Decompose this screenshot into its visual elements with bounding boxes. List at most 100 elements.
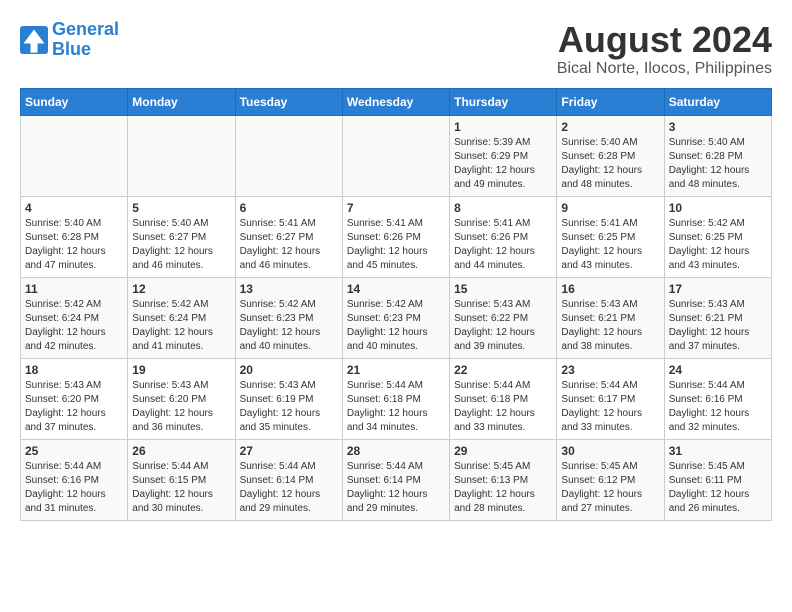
day-of-week-header: Thursday [450,88,557,115]
day-number: 19 [132,363,230,377]
calendar-table: SundayMondayTuesdayWednesdayThursdayFrid… [20,88,772,521]
calendar-cell: 16Sunrise: 5:43 AM Sunset: 6:21 PM Dayli… [557,277,664,358]
day-info: Sunrise: 5:45 AM Sunset: 6:12 PM Dayligh… [561,460,659,516]
logo-text: General Blue [52,20,119,60]
day-number: 4 [25,201,123,215]
day-number: 1 [454,120,552,134]
day-number: 17 [669,282,767,296]
day-info: Sunrise: 5:43 AM Sunset: 6:20 PM Dayligh… [132,379,230,435]
day-number: 2 [561,120,659,134]
calendar-cell: 18Sunrise: 5:43 AM Sunset: 6:20 PM Dayli… [21,358,128,439]
day-number: 3 [669,120,767,134]
title-block: August 2024 Bical Norte, Ilocos, Philipp… [557,20,772,78]
day-info: Sunrise: 5:40 AM Sunset: 6:27 PM Dayligh… [132,217,230,273]
day-info: Sunrise: 5:40 AM Sunset: 6:28 PM Dayligh… [25,217,123,273]
logo-icon [20,26,48,54]
calendar-cell [128,115,235,196]
calendar-cell: 21Sunrise: 5:44 AM Sunset: 6:18 PM Dayli… [342,358,449,439]
logo: General Blue [20,20,119,60]
day-number: 5 [132,201,230,215]
subtitle: Bical Norte, Ilocos, Philippines [557,60,772,78]
main-title: August 2024 [557,20,772,60]
calendar-cell: 5 Sunrise: 5:40 AM Sunset: 6:27 PM Daylig… [128,196,235,277]
day-number: 29 [454,444,552,458]
day-info: Sunrise: 5:44 AM Sunset: 6:18 PM Dayligh… [454,379,552,435]
day-info: Sunrise: 5:42 AM Sunset: 6:23 PM Dayligh… [240,298,338,354]
calendar-week-row: 25Sunrise: 5:44 AM Sunset: 6:16 PM Dayli… [21,439,772,520]
day-of-week-header: Monday [128,88,235,115]
day-number: 16 [561,282,659,296]
day-info: Sunrise: 5:40 AM Sunset: 6:28 PM Dayligh… [561,136,659,192]
calendar-cell: 24 Sunrise: 5:44 AM Sunset: 6:16 PM Dayli… [664,358,771,439]
day-info: Sunrise: 5:44 AM Sunset: 6:15 PM Dayligh… [132,460,230,516]
calendar-cell: 7 Sunrise: 5:41 AM Sunset: 6:26 PM Daylig… [342,196,449,277]
calendar-cell [342,115,449,196]
calendar-header: SundayMondayTuesdayWednesdayThursdayFrid… [21,88,772,115]
day-info: Sunrise: 5:40 AM Sunset: 6:28 PM Dayligh… [669,136,767,192]
calendar-cell: 31 Sunrise: 5:45 AM Sunset: 6:11 PM Dayli… [664,439,771,520]
day-info: Sunrise: 5:45 AM Sunset: 6:13 PM Dayligh… [454,460,552,516]
day-number: 14 [347,282,445,296]
day-info: Sunrise: 5:41 AM Sunset: 6:26 PM Dayligh… [454,217,552,273]
day-info: Sunrise: 5:44 AM Sunset: 6:16 PM Dayligh… [25,460,123,516]
day-number: 11 [25,282,123,296]
calendar-cell: 15 Sunrise: 5:43 AM Sunset: 6:22 PM Dayli… [450,277,557,358]
calendar-cell: 25Sunrise: 5:44 AM Sunset: 6:16 PM Dayli… [21,439,128,520]
day-info: Sunrise: 5:42 AM Sunset: 6:25 PM Dayligh… [669,217,767,273]
calendar-cell [21,115,128,196]
day-info: Sunrise: 5:43 AM Sunset: 6:22 PM Dayligh… [454,298,552,354]
day-info: Sunrise: 5:42 AM Sunset: 6:23 PM Dayligh… [347,298,445,354]
calendar-cell [235,115,342,196]
day-number: 31 [669,444,767,458]
day-number: 22 [454,363,552,377]
day-info: Sunrise: 5:42 AM Sunset: 6:24 PM Dayligh… [25,298,123,354]
day-number: 24 [669,363,767,377]
day-info: Sunrise: 5:44 AM Sunset: 6:17 PM Dayligh… [561,379,659,435]
day-info: Sunrise: 5:41 AM Sunset: 6:27 PM Dayligh… [240,217,338,273]
day-number: 30 [561,444,659,458]
calendar-body: 1 Sunrise: 5:39 AM Sunset: 6:29 PM Daylig… [21,115,772,520]
calendar-cell: 22 Sunrise: 5:44 AM Sunset: 6:18 PM Dayli… [450,358,557,439]
calendar-cell: 27Sunrise: 5:44 AM Sunset: 6:14 PM Dayli… [235,439,342,520]
calendar-cell: 14 Sunrise: 5:42 AM Sunset: 6:23 PM Dayli… [342,277,449,358]
calendar-cell: 19 Sunrise: 5:43 AM Sunset: 6:20 PM Dayli… [128,358,235,439]
day-of-week-header: Wednesday [342,88,449,115]
day-info: Sunrise: 5:41 AM Sunset: 6:25 PM Dayligh… [561,217,659,273]
day-number: 27 [240,444,338,458]
day-info: Sunrise: 5:43 AM Sunset: 6:21 PM Dayligh… [669,298,767,354]
day-number: 10 [669,201,767,215]
calendar-cell: 1 Sunrise: 5:39 AM Sunset: 6:29 PM Daylig… [450,115,557,196]
calendar-cell: 23 Sunrise: 5:44 AM Sunset: 6:17 PM Dayli… [557,358,664,439]
calendar-cell: 3 Sunrise: 5:40 AM Sunset: 6:28 PM Daylig… [664,115,771,196]
day-of-week-header: Sunday [21,88,128,115]
day-info: Sunrise: 5:45 AM Sunset: 6:11 PM Dayligh… [669,460,767,516]
day-of-week-header: Tuesday [235,88,342,115]
calendar-week-row: 18Sunrise: 5:43 AM Sunset: 6:20 PM Dayli… [21,358,772,439]
calendar-cell: 28Sunrise: 5:44 AM Sunset: 6:14 PM Dayli… [342,439,449,520]
day-info: Sunrise: 5:44 AM Sunset: 6:16 PM Dayligh… [669,379,767,435]
header-row: SundayMondayTuesdayWednesdayThursdayFrid… [21,88,772,115]
day-info: Sunrise: 5:41 AM Sunset: 6:26 PM Dayligh… [347,217,445,273]
day-number: 23 [561,363,659,377]
calendar-week-row: 1 Sunrise: 5:39 AM Sunset: 6:29 PM Daylig… [21,115,772,196]
day-number: 28 [347,444,445,458]
day-info: Sunrise: 5:39 AM Sunset: 6:29 PM Dayligh… [454,136,552,192]
day-info: Sunrise: 5:43 AM Sunset: 6:19 PM Dayligh… [240,379,338,435]
day-info: Sunrise: 5:42 AM Sunset: 6:24 PM Dayligh… [132,298,230,354]
day-of-week-header: Saturday [664,88,771,115]
day-number: 7 [347,201,445,215]
calendar-cell: 13 Sunrise: 5:42 AM Sunset: 6:23 PM Dayli… [235,277,342,358]
calendar-cell: 4 Sunrise: 5:40 AM Sunset: 6:28 PM Daylig… [21,196,128,277]
day-number: 12 [132,282,230,296]
calendar-cell: 20 Sunrise: 5:43 AM Sunset: 6:19 PM Dayli… [235,358,342,439]
day-number: 13 [240,282,338,296]
day-of-week-header: Friday [557,88,664,115]
day-number: 20 [240,363,338,377]
calendar-cell: 2 Sunrise: 5:40 AM Sunset: 6:28 PM Daylig… [557,115,664,196]
calendar-cell: 17 Sunrise: 5:43 AM Sunset: 6:21 PM Dayli… [664,277,771,358]
day-number: 15 [454,282,552,296]
day-info: Sunrise: 5:44 AM Sunset: 6:18 PM Dayligh… [347,379,445,435]
day-number: 9 [561,201,659,215]
calendar-cell: 9 Sunrise: 5:41 AM Sunset: 6:25 PM Daylig… [557,196,664,277]
calendar-week-row: 4 Sunrise: 5:40 AM Sunset: 6:28 PM Daylig… [21,196,772,277]
